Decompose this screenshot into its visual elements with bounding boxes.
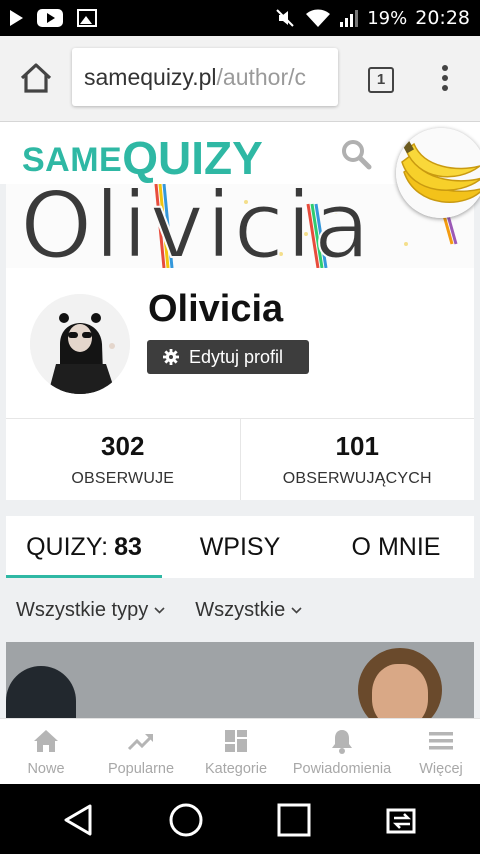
chevron-down-icon	[154, 606, 165, 614]
search-icon[interactable]	[340, 138, 372, 170]
browser-menu-icon[interactable]	[440, 65, 450, 95]
nav-more[interactable]: Więcej	[402, 719, 480, 784]
home-icon[interactable]	[18, 62, 54, 94]
tab-about-label: O MNIE	[351, 532, 441, 561]
profile-tabs: QUIZY: 83 WPISY O MNIE	[6, 516, 474, 578]
samequizy-logo[interactable]: SAMEQUIZY	[22, 128, 263, 184]
nav-categories[interactable]: Kategorie	[190, 719, 282, 784]
android-navigation-bar	[0, 784, 480, 854]
user-avatar-menu[interactable]	[396, 128, 480, 218]
followers-stat[interactable]: 101 OBSERWUJĄCYCH	[239, 419, 475, 500]
nav-notifications[interactable]: Powiadomienia	[282, 719, 402, 784]
gallery-notification-icon	[77, 9, 97, 27]
chevron-down-icon	[291, 606, 302, 614]
banana-image	[396, 128, 480, 218]
quiz-card[interactable]	[6, 642, 474, 720]
follow-stats: 302 OBSERWUJE 101 OBSERWUJĄCYCH	[6, 418, 474, 500]
profile-name: Olivicia	[148, 288, 284, 330]
tab-posts-label: WPISY	[199, 532, 281, 561]
tab-switcher-button[interactable]: 1	[368, 67, 394, 93]
followers-count: 101	[335, 431, 379, 461]
tab-about[interactable]: O MNIE	[318, 516, 474, 578]
browser-toolbar: samequizy.pl/author/c 1	[0, 36, 480, 122]
recents-icon[interactable]	[274, 800, 314, 840]
grid-icon	[225, 730, 247, 752]
wifi-icon	[306, 9, 331, 27]
following-label: OBSERWUJE	[71, 470, 175, 487]
type-filter-label: Wszystkie typy	[16, 598, 149, 621]
nav-new-label: Nowe	[27, 761, 65, 777]
url-domain: samequizy.pl	[84, 64, 217, 90]
nav-notifications-label: Powiadomienia	[292, 761, 392, 777]
following-count: 302	[101, 431, 145, 461]
menu-icon	[429, 732, 453, 750]
quiz-filters: Wszystkie typy Wszystkie	[0, 578, 480, 642]
home-circle-icon[interactable]	[166, 800, 206, 840]
gear-icon	[163, 349, 179, 365]
nav-categories-label: Kategorie	[204, 761, 268, 777]
nav-new[interactable]: Nowe	[0, 719, 92, 784]
nav-more-label: Więcej	[419, 761, 463, 777]
tab-quizzes-count: 83	[114, 532, 142, 561]
tab-quizzes[interactable]: QUIZY: 83	[6, 516, 162, 578]
clock: 20:28	[415, 7, 470, 29]
edit-profile-button[interactable]: Edytuj profil	[147, 340, 309, 374]
tab-quizzes-label: QUIZY:	[26, 532, 109, 561]
trending-icon	[127, 734, 154, 751]
profile-photo	[30, 294, 130, 394]
bell-icon	[332, 730, 352, 754]
signal-icon	[340, 10, 359, 27]
status-bar: 19% 20:28	[0, 0, 480, 36]
nav-popular-label: Popularne	[107, 761, 175, 777]
type-filter-dropdown[interactable]: Wszystkie typy	[16, 599, 165, 622]
bottom-navigation: Nowe Popularne Kategorie Powiadomienia W…	[0, 718, 480, 784]
switch-apps-icon[interactable]	[382, 800, 422, 840]
banner-title: Olivicia	[19, 184, 373, 268]
screen: 19% 20:28 samequizy.pl/author/c 1 SAMEQU…	[0, 0, 480, 854]
following-stat[interactable]: 302 OBSERWUJE	[6, 419, 240, 500]
play-notification-icon	[10, 10, 23, 26]
followers-label: OBSERWUJĄCYCH	[282, 470, 432, 487]
edit-profile-label: Edytuj profil	[189, 346, 284, 367]
profile-avatar	[30, 294, 130, 394]
youtube-notification-icon	[37, 9, 63, 27]
tab-posts[interactable]: WPISY	[162, 516, 318, 578]
mute-icon	[276, 9, 294, 27]
url-path: /author/c	[216, 64, 307, 90]
quiz-thumbnail-face	[372, 664, 428, 720]
url-bar[interactable]: samequizy.pl/author/c	[72, 48, 338, 106]
nav-popular[interactable]: Popularne	[92, 719, 190, 784]
quiz-thumbnail-left	[6, 666, 76, 720]
scope-filter-label: Wszystkie	[195, 598, 286, 621]
profile-card: Olivicia Edytuj profil	[6, 268, 474, 418]
home-icon	[34, 730, 58, 752]
battery-level: 19%	[367, 7, 408, 29]
back-icon[interactable]	[60, 800, 100, 840]
scope-filter-dropdown[interactable]: Wszystkie	[195, 599, 302, 622]
